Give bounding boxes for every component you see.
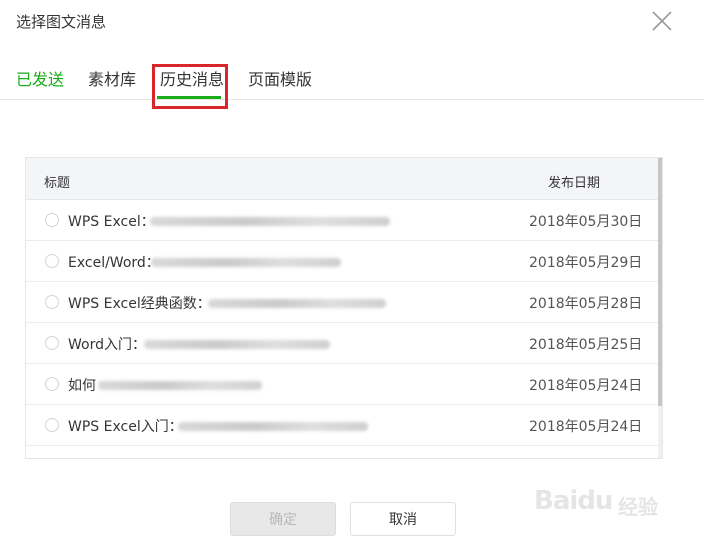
table-row[interactable]: WPS Excel经典函数： 2018年05月28日 xyxy=(26,282,658,323)
row-date: 2018年05月28日 xyxy=(529,296,643,312)
baidu-jingyan-watermark: Baidu 经验 xyxy=(534,478,684,528)
table-header: 标题 发布日期 xyxy=(26,158,658,200)
row-radio[interactable] xyxy=(45,377,59,391)
row-title: WPS Excel经典函数： xyxy=(68,296,211,312)
tab-sent[interactable]: 已发送 xyxy=(16,66,64,90)
close-icon xyxy=(652,11,672,31)
scrollbar-thumb[interactable] xyxy=(658,158,662,406)
blurred-title-text xyxy=(208,299,386,308)
history-message-table: 标题 发布日期 WPS Excel： 2018年05月30日 Excel/Wor… xyxy=(25,157,663,459)
row-title: WPS Excel： xyxy=(68,214,155,230)
row-title: Excel/Word： xyxy=(68,255,160,271)
table-body: WPS Excel： 2018年05月30日 Excel/Word： 2018年… xyxy=(26,200,658,446)
row-title: WPS Excel入门： xyxy=(68,419,183,435)
row-title: 如何 xyxy=(68,378,96,394)
row-date: 2018年05月29日 xyxy=(529,255,643,271)
row-date: 2018年05月30日 xyxy=(529,214,643,230)
active-tab-underline xyxy=(157,96,221,99)
column-header-title: 标题 xyxy=(44,176,71,191)
tab-material-library[interactable]: 素材库 xyxy=(88,66,136,90)
tab-page-templates[interactable]: 页面模版 xyxy=(248,66,312,90)
row-title: Word入门： xyxy=(68,337,146,353)
row-date: 2018年05月25日 xyxy=(529,337,643,353)
confirm-button[interactable]: 确定 xyxy=(230,502,336,536)
column-header-date: 发布日期 xyxy=(548,176,601,191)
table-row[interactable]: Excel/Word： 2018年05月29日 xyxy=(26,241,658,282)
tab-history-messages[interactable]: 历史消息 xyxy=(160,66,224,90)
table-row[interactable]: WPS Excel入门： 2018年05月24日 xyxy=(26,405,658,446)
blurred-title-text xyxy=(150,217,390,226)
table-row[interactable]: WPS Excel： 2018年05月30日 xyxy=(26,200,658,241)
row-date: 2018年05月24日 xyxy=(529,419,643,435)
blurred-title-text xyxy=(178,422,368,431)
watermark-brand: Baidu xyxy=(534,486,613,516)
table-row[interactable]: Word入门： 2018年05月25日 xyxy=(26,323,658,364)
row-date: 2018年05月24日 xyxy=(529,378,643,394)
tab-bar: 已发送 素材库 历史消息 页面模版 xyxy=(0,56,704,100)
close-button[interactable] xyxy=(650,9,674,33)
blurred-title-text xyxy=(144,340,330,349)
watermark-sub: 经验 xyxy=(618,495,658,519)
blurred-title-text xyxy=(151,258,341,267)
dialog-title: 选择图文消息 xyxy=(16,13,107,31)
row-radio[interactable] xyxy=(45,254,59,268)
select-article-dialog: 选择图文消息 已发送 素材库 历史消息 页面模版 标题 发布日期 WPS Exc… xyxy=(0,0,704,542)
table-row[interactable]: 如何 2018年05月24日 xyxy=(26,364,658,405)
row-radio[interactable] xyxy=(45,418,59,432)
row-radio[interactable] xyxy=(45,213,59,227)
row-radio[interactable] xyxy=(45,336,59,350)
blurred-title-text xyxy=(98,381,262,390)
cancel-button[interactable]: 取消 xyxy=(350,502,456,536)
row-radio[interactable] xyxy=(45,295,59,309)
